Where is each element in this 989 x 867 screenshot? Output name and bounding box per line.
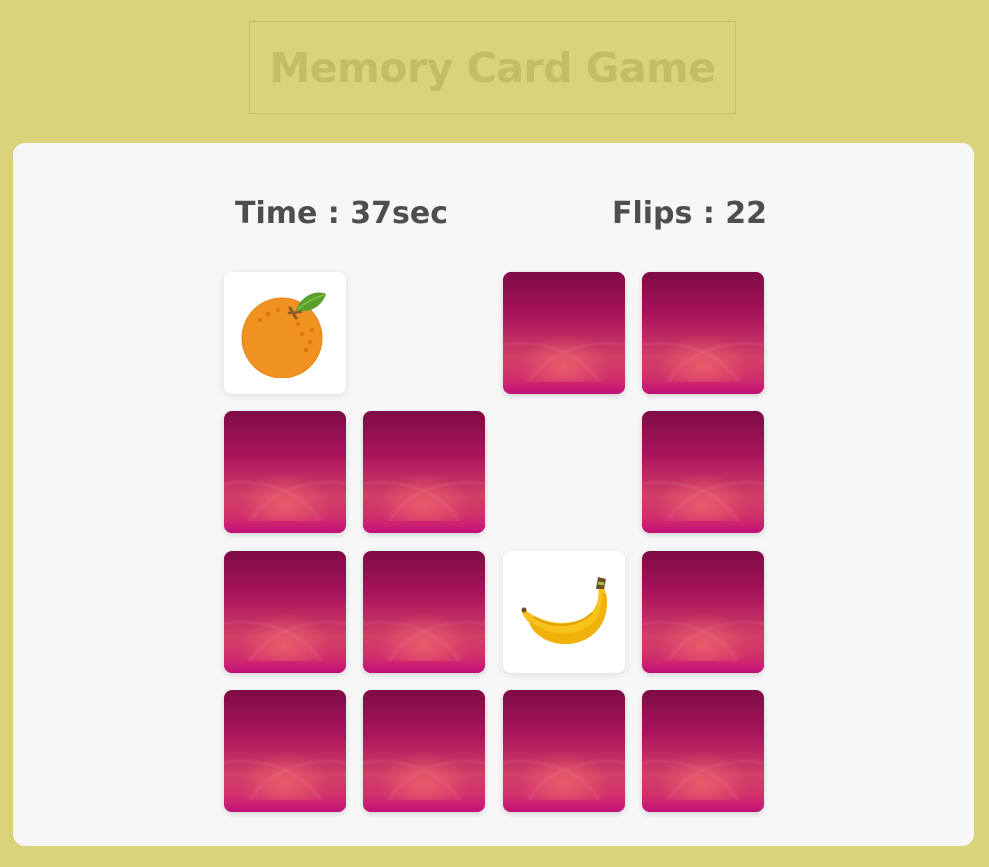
card-back[interactable] bbox=[642, 272, 764, 394]
card-front[interactable] bbox=[224, 272, 346, 394]
game-title: Memory Card Game bbox=[269, 43, 716, 92]
card-grid bbox=[224, 272, 764, 812]
card-front[interactable] bbox=[503, 551, 625, 673]
card-back[interactable] bbox=[642, 411, 764, 533]
card-back[interactable] bbox=[503, 690, 625, 812]
card-back[interactable] bbox=[642, 690, 764, 812]
card-back[interactable] bbox=[642, 551, 764, 673]
orange-icon bbox=[240, 288, 330, 378]
card-back[interactable] bbox=[224, 551, 346, 673]
time-counter: Time : 37sec bbox=[235, 196, 448, 231]
flips-counter: Flips : 22 bbox=[612, 196, 768, 231]
game-title-box: Memory Card Game bbox=[249, 21, 736, 114]
card-back[interactable] bbox=[503, 272, 625, 394]
banana-icon bbox=[518, 577, 610, 647]
card-back[interactable] bbox=[363, 411, 485, 533]
card-back[interactable] bbox=[363, 690, 485, 812]
card-back[interactable] bbox=[224, 690, 346, 812]
card-back[interactable] bbox=[363, 551, 485, 673]
card-back[interactable] bbox=[224, 411, 346, 533]
